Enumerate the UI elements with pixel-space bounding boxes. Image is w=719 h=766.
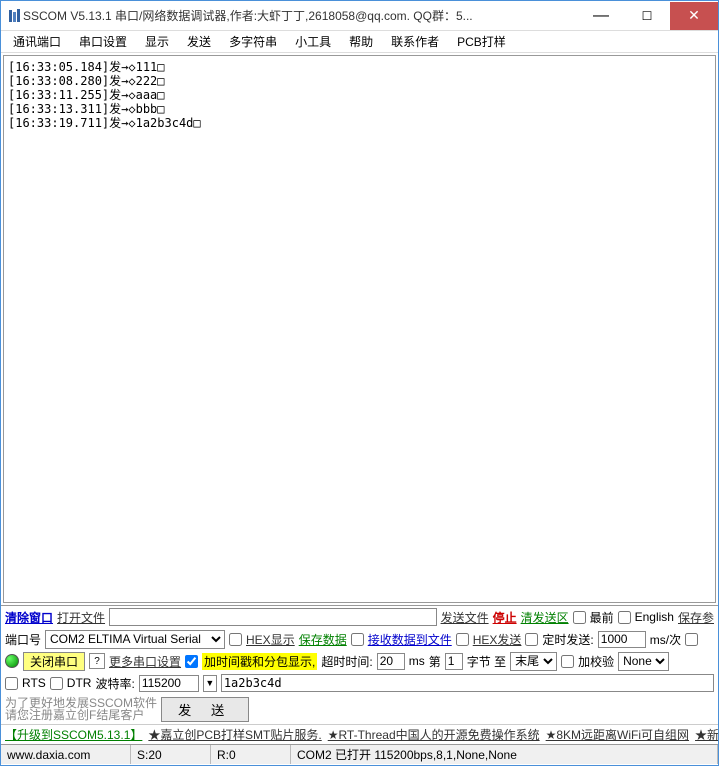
timedsend-checkbox[interactable] <box>525 633 538 646</box>
timestamp-checkbox[interactable] <box>185 655 198 668</box>
menubar: 通讯端口 串口设置 显示 发送 多字符串 小工具 帮助 联系作者 PCB打样 <box>1 31 718 53</box>
promo4-link[interactable]: ★新一代 <box>695 726 718 743</box>
status-url[interactable]: www.daxia.com <box>1 745 131 764</box>
menu-comm-port[interactable]: 通讯端口 <box>5 31 69 52</box>
menu-contact[interactable]: 联系作者 <box>383 31 447 52</box>
status-sent: S:20 <box>131 745 211 764</box>
promo2-link[interactable]: ★RT-Thread中国人的开源免费操作系统 <box>328 726 540 743</box>
promo-row: 【升级到SSCOM5.13.1】 ★嘉立创PCB打样SMT贴片服务. ★RT-T… <box>1 724 718 744</box>
checktype-select[interactable]: None <box>618 652 669 671</box>
send-button[interactable]: 发 送 <box>161 697 249 722</box>
timeout-label: 超时时间: <box>321 653 372 670</box>
window-title: SSCOM V5.13.1 串口/网络数据调试器,作者:大虾丁丁,2618058… <box>23 7 578 24</box>
close-button[interactable]: ✕ <box>670 2 718 30</box>
help-icon[interactable]: ? <box>89 653 105 669</box>
status-recv: R:0 <box>211 745 291 764</box>
hexsend-label[interactable]: HEX发送 <box>473 631 522 648</box>
menu-pcb[interactable]: PCB打样 <box>449 31 514 52</box>
hexshow-checkbox[interactable] <box>229 633 242 646</box>
window-controls: — ☐ ✕ <box>578 2 718 30</box>
ms-label: ms <box>409 654 425 668</box>
menu-serial-settings[interactable]: 串口设置 <box>71 31 135 52</box>
titlebar: SSCOM V5.13.1 串口/网络数据调试器,作者:大虾丁丁,2618058… <box>1 1 718 31</box>
rts-checkbox[interactable] <box>5 677 18 690</box>
dtr-checkbox[interactable] <box>50 677 63 690</box>
promo-grey-text: 为了更好地发展SSCOM软件 请您注册嘉立创F结尾客户 <box>5 697 157 721</box>
tail-checkbox-extra[interactable] <box>685 633 698 646</box>
baud-label: 波特率: <box>95 675 134 692</box>
recvtofile-label[interactable]: 接收数据到文件 <box>368 631 452 648</box>
promo1-link[interactable]: ★嘉立创PCB打样SMT贴片服务. <box>148 726 321 743</box>
close-port-button[interactable]: 关闭串口 <box>23 652 85 671</box>
savedata-link[interactable]: 保存数据 <box>299 631 347 648</box>
row-file: 清除窗口 打开文件 发送文件 停止 清发送区 最前 English 保存参 <box>1 606 718 628</box>
recvtofile-checkbox[interactable] <box>351 633 364 646</box>
menu-multistring[interactable]: 多字符串 <box>221 31 285 52</box>
save-param-link[interactable]: 保存参 <box>678 609 714 626</box>
di-label: 第 <box>429 653 441 670</box>
send-file-link[interactable]: 发送文件 <box>441 609 489 626</box>
menu-help[interactable]: 帮助 <box>341 31 381 52</box>
menu-tools[interactable]: 小工具 <box>287 31 339 52</box>
row-serial: 关闭串口 ? 更多串口设置 加时间戳和分包显示, 超时时间: ms 第 字节 至… <box>1 650 718 672</box>
minimize-button[interactable]: — <box>578 2 624 30</box>
send-text-input[interactable] <box>221 674 714 692</box>
row-port: 端口号 COM2 ELTIMA Virtual Serial HEX显示 保存数… <box>1 628 718 650</box>
english-checkbox[interactable] <box>618 611 631 624</box>
clear-send-link[interactable]: 清发送区 <box>521 609 569 626</box>
more-settings-link[interactable]: 更多串口设置 <box>109 653 181 670</box>
status-info: COM2 已打开 115200bps,8,1,None,None <box>291 745 718 764</box>
maximize-button[interactable]: ☐ <box>624 2 670 30</box>
stop-link[interactable]: 停止 <box>493 609 517 626</box>
port-label: 端口号 <box>5 631 41 648</box>
status-led-icon <box>5 654 19 668</box>
baud-input[interactable] <box>139 675 199 692</box>
row-baud-send: RTS DTR 波特率: ▼ <box>1 672 718 694</box>
app-icon <box>7 8 23 24</box>
promo3-link[interactable]: ★8KM远距离WiFi可自组网 <box>546 726 689 743</box>
open-file-link[interactable]: 打开文件 <box>57 609 105 626</box>
timeout-input[interactable] <box>377 653 405 670</box>
menu-display[interactable]: 显示 <box>137 31 177 52</box>
grey-line2: 请您注册嘉立创F结尾客户 <box>5 709 157 721</box>
statusbar: www.daxia.com S:20 R:0 COM2 已打开 115200bp… <box>1 744 718 764</box>
timestamp-label: 加时间戳和分包显示, <box>202 653 317 670</box>
controls-panel: 清除窗口 打开文件 发送文件 停止 清发送区 最前 English 保存参 端口… <box>1 605 718 744</box>
byte-n-input[interactable] <box>445 653 463 670</box>
clear-window-link[interactable]: 清除窗口 <box>5 609 53 626</box>
baud-dropdown-icon[interactable]: ▼ <box>203 675 217 692</box>
front-label: 最前 <box>590 609 614 626</box>
english-label: English <box>635 610 674 624</box>
byte-label: 字节 至 <box>467 653 506 670</box>
row-send: 为了更好地发展SSCOM软件 请您注册嘉立创F结尾客户 发 送 <box>1 694 718 724</box>
hexshow-label[interactable]: HEX显示 <box>246 631 295 648</box>
mstime-label: ms/次 <box>650 631 681 648</box>
menu-send[interactable]: 发送 <box>179 31 219 52</box>
tail-select[interactable]: 末尾 <box>510 652 557 671</box>
rts-label: RTS <box>22 676 46 690</box>
dtr-label: DTR <box>67 676 92 690</box>
hexsend-checkbox[interactable] <box>456 633 469 646</box>
upgrade-link[interactable]: 【升级到SSCOM5.13.1】 <box>5 726 142 743</box>
checksum-checkbox[interactable] <box>561 655 574 668</box>
interval-input[interactable] <box>598 631 646 648</box>
timedsend-label: 定时发送: <box>542 631 593 648</box>
file-path-input[interactable] <box>109 608 437 626</box>
output-textarea[interactable]: [16:33:05.184]发→◇111□ [16:33:08.280]发→◇2… <box>3 55 716 603</box>
port-select[interactable]: COM2 ELTIMA Virtual Serial <box>45 630 225 649</box>
checksum-label: 加校验 <box>578 653 614 670</box>
front-checkbox[interactable] <box>573 611 586 624</box>
